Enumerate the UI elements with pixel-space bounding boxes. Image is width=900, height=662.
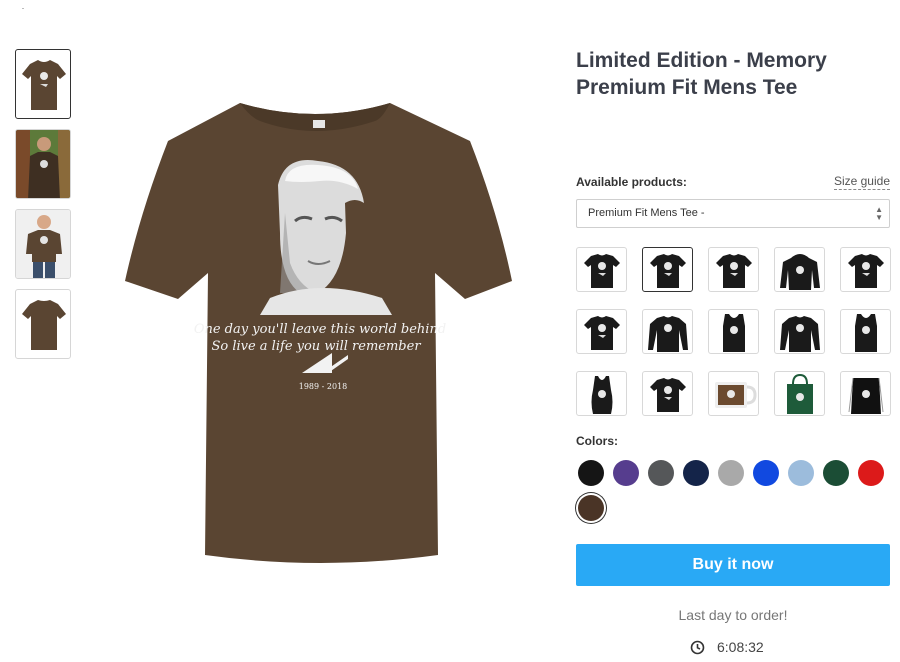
product-variant-racerback-tank[interactable] — [576, 371, 627, 416]
product-variant-thumbnail — [715, 382, 757, 408]
product-variant-thumbnail — [787, 373, 813, 414]
product-variant-sweatshirt[interactable] — [774, 309, 825, 354]
product-variant-thumbnail — [848, 377, 884, 414]
product-variant-hoodie[interactable] — [774, 247, 825, 292]
product-variant-thumbnail — [650, 254, 686, 288]
color-swatch-purple[interactable] — [613, 460, 639, 486]
product-variant-tank-top[interactable] — [708, 309, 759, 354]
thumbnail-model-street[interactable] — [15, 129, 71, 199]
product-variant-thumbnail — [648, 316, 688, 352]
color-swatch-charcoal[interactable] — [648, 460, 674, 486]
color-swatch-light-blue[interactable] — [788, 460, 814, 486]
product-variant-ladies-v-neck[interactable] — [642, 371, 693, 416]
thumbnail-model-studio[interactable] — [15, 209, 71, 279]
product-select-value: Premium Fit Mens Tee - — [588, 207, 705, 219]
product-variant-mug[interactable] — [708, 371, 759, 416]
product-variant-long-sleeve[interactable] — [642, 309, 693, 354]
product-variant-thumbnail — [780, 254, 820, 290]
color-swatch-navy[interactable] — [683, 460, 709, 486]
color-swatch-red[interactable] — [858, 460, 884, 486]
design-years: 1989 - 2018 — [299, 382, 348, 391]
size-guide-link[interactable]: Size guide — [833, 174, 890, 190]
color-swatch-heather-grey[interactable] — [718, 460, 744, 486]
color-swatch-forest-green[interactable] — [823, 460, 849, 486]
design-quote-line1: One day you'll leave this world behind — [194, 322, 446, 337]
product-variant-womens-tank[interactable] — [840, 309, 891, 354]
shirt-tag — [313, 120, 325, 128]
product-variant-youth-tee[interactable] — [840, 247, 891, 292]
last-day-text: Last day to order! — [678, 607, 788, 623]
product-variant-thumbnail — [650, 378, 686, 412]
main-product-image: One day you'll leave this world behind S… — [120, 93, 520, 573]
product-variant-drawstring-bag[interactable] — [840, 371, 891, 416]
design-quote-line2: So live a life you will remember — [211, 339, 421, 354]
colors-label: Colors: — [576, 434, 618, 448]
product-variant-thumbnail — [780, 316, 820, 352]
thumbnail-back[interactable] — [15, 289, 71, 359]
product-variant-thumbnail — [716, 254, 752, 288]
product-variant-ladies-tee[interactable] — [708, 247, 759, 292]
product-variant-thumbnail — [591, 376, 613, 414]
product-variant-premium-tee[interactable] — [642, 247, 693, 292]
thumbnail-front[interactable] — [15, 49, 71, 119]
countdown-timer: 6:08:32 — [690, 639, 764, 655]
product-variant-classic-tee[interactable] — [576, 247, 627, 292]
buy-it-now-button[interactable]: Buy it now — [576, 544, 890, 586]
clock-icon — [690, 640, 705, 654]
product-variant-thumbnail — [723, 314, 745, 352]
product-variant-thumbnail — [855, 314, 877, 352]
color-swatch-black[interactable] — [578, 460, 604, 486]
color-swatch-brown[interactable] — [578, 495, 604, 521]
color-swatch-royal-blue[interactable] — [753, 460, 779, 486]
thumbnail-gallery — [15, 49, 73, 369]
product-variant-v-neck[interactable] — [576, 309, 627, 354]
countdown-value: 6:08:32 — [717, 639, 764, 655]
select-arrows-icon: ▲ ▼ — [875, 205, 883, 222]
product-title: Limited Edition - Memory Premium Fit Men… — [576, 49, 827, 99]
product-select[interactable]: Premium Fit Mens Tee - ▲ ▼ — [576, 199, 890, 228]
product-variant-thumbnail — [848, 254, 884, 288]
decorative-dot — [22, 8, 24, 9]
product-variant-thumbnail — [584, 316, 620, 350]
product-variant-thumbnail — [584, 254, 620, 288]
available-products-label: Available products: — [576, 175, 687, 189]
product-variant-tote-bag[interactable] — [774, 371, 825, 416]
